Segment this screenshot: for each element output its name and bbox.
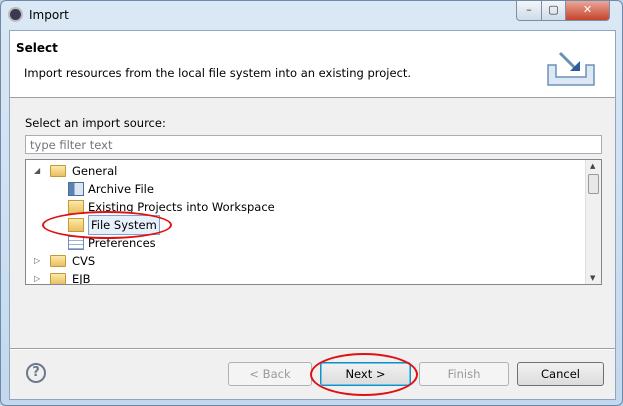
page-description: Import resources from the local file sys… [24, 66, 412, 80]
folder-icon [50, 165, 66, 177]
minimize-button[interactable]: – [516, 1, 542, 21]
import-source-tree[interactable]: ◢ General Archive File Existing Projects … [25, 159, 602, 285]
tree-item-general[interactable]: ◢ General [34, 162, 117, 180]
window-title: Import [29, 8, 69, 22]
tree-item-cvs[interactable]: ▷ CVS [34, 252, 95, 270]
page-title: Select [16, 41, 58, 55]
import-wizard-icon [547, 51, 595, 86]
close-button[interactable]: ✕ [565, 1, 610, 21]
preferences-icon [68, 236, 84, 250]
finish-button[interactable]: Finish [419, 362, 509, 386]
dialog-client: Select Import resources from the local f… [9, 30, 616, 400]
folder-icon [50, 273, 66, 284]
cancel-button[interactable]: Cancel [517, 362, 604, 386]
import-source-label: Select an import source: [25, 116, 166, 130]
archive-icon [68, 182, 84, 196]
wizard-header: Select Import resources from the local f… [10, 31, 615, 98]
collapsed-arrow-icon[interactable]: ▷ [34, 270, 44, 284]
expanded-arrow-icon[interactable]: ◢ [34, 162, 44, 180]
tree-item-preferences[interactable]: Preferences [68, 234, 156, 252]
scroll-down-icon[interactable]: ▼ [590, 274, 595, 282]
tree-item-file-system[interactable]: File System [68, 215, 160, 235]
scrollbar-thumb[interactable] [588, 174, 599, 194]
separator [10, 348, 615, 350]
collapsed-arrow-icon[interactable]: ▷ [34, 252, 44, 270]
tree-item-archive-file[interactable]: Archive File [68, 180, 154, 198]
filter-input[interactable] [25, 135, 602, 154]
import-dialog: Import – ▢ ✕ Select Import resources fro… [0, 0, 623, 406]
tree-item-ejb[interactable]: ▷ EJB [34, 270, 91, 284]
help-icon[interactable]: ? [26, 363, 46, 383]
folder-icon [68, 218, 84, 232]
back-button[interactable]: < Back [228, 362, 312, 386]
folder-icon [50, 255, 66, 267]
next-button[interactable]: Next > [320, 362, 411, 386]
project-folder-icon [68, 200, 84, 214]
scroll-up-icon[interactable]: ▲ [590, 162, 595, 170]
tree-scrollbar[interactable]: ▲ ▼ [585, 160, 601, 284]
eclipse-app-icon [8, 7, 23, 22]
maximize-button[interactable]: ▢ [541, 1, 566, 21]
tree-item-existing-projects[interactable]: Existing Projects into Workspace [68, 198, 275, 216]
